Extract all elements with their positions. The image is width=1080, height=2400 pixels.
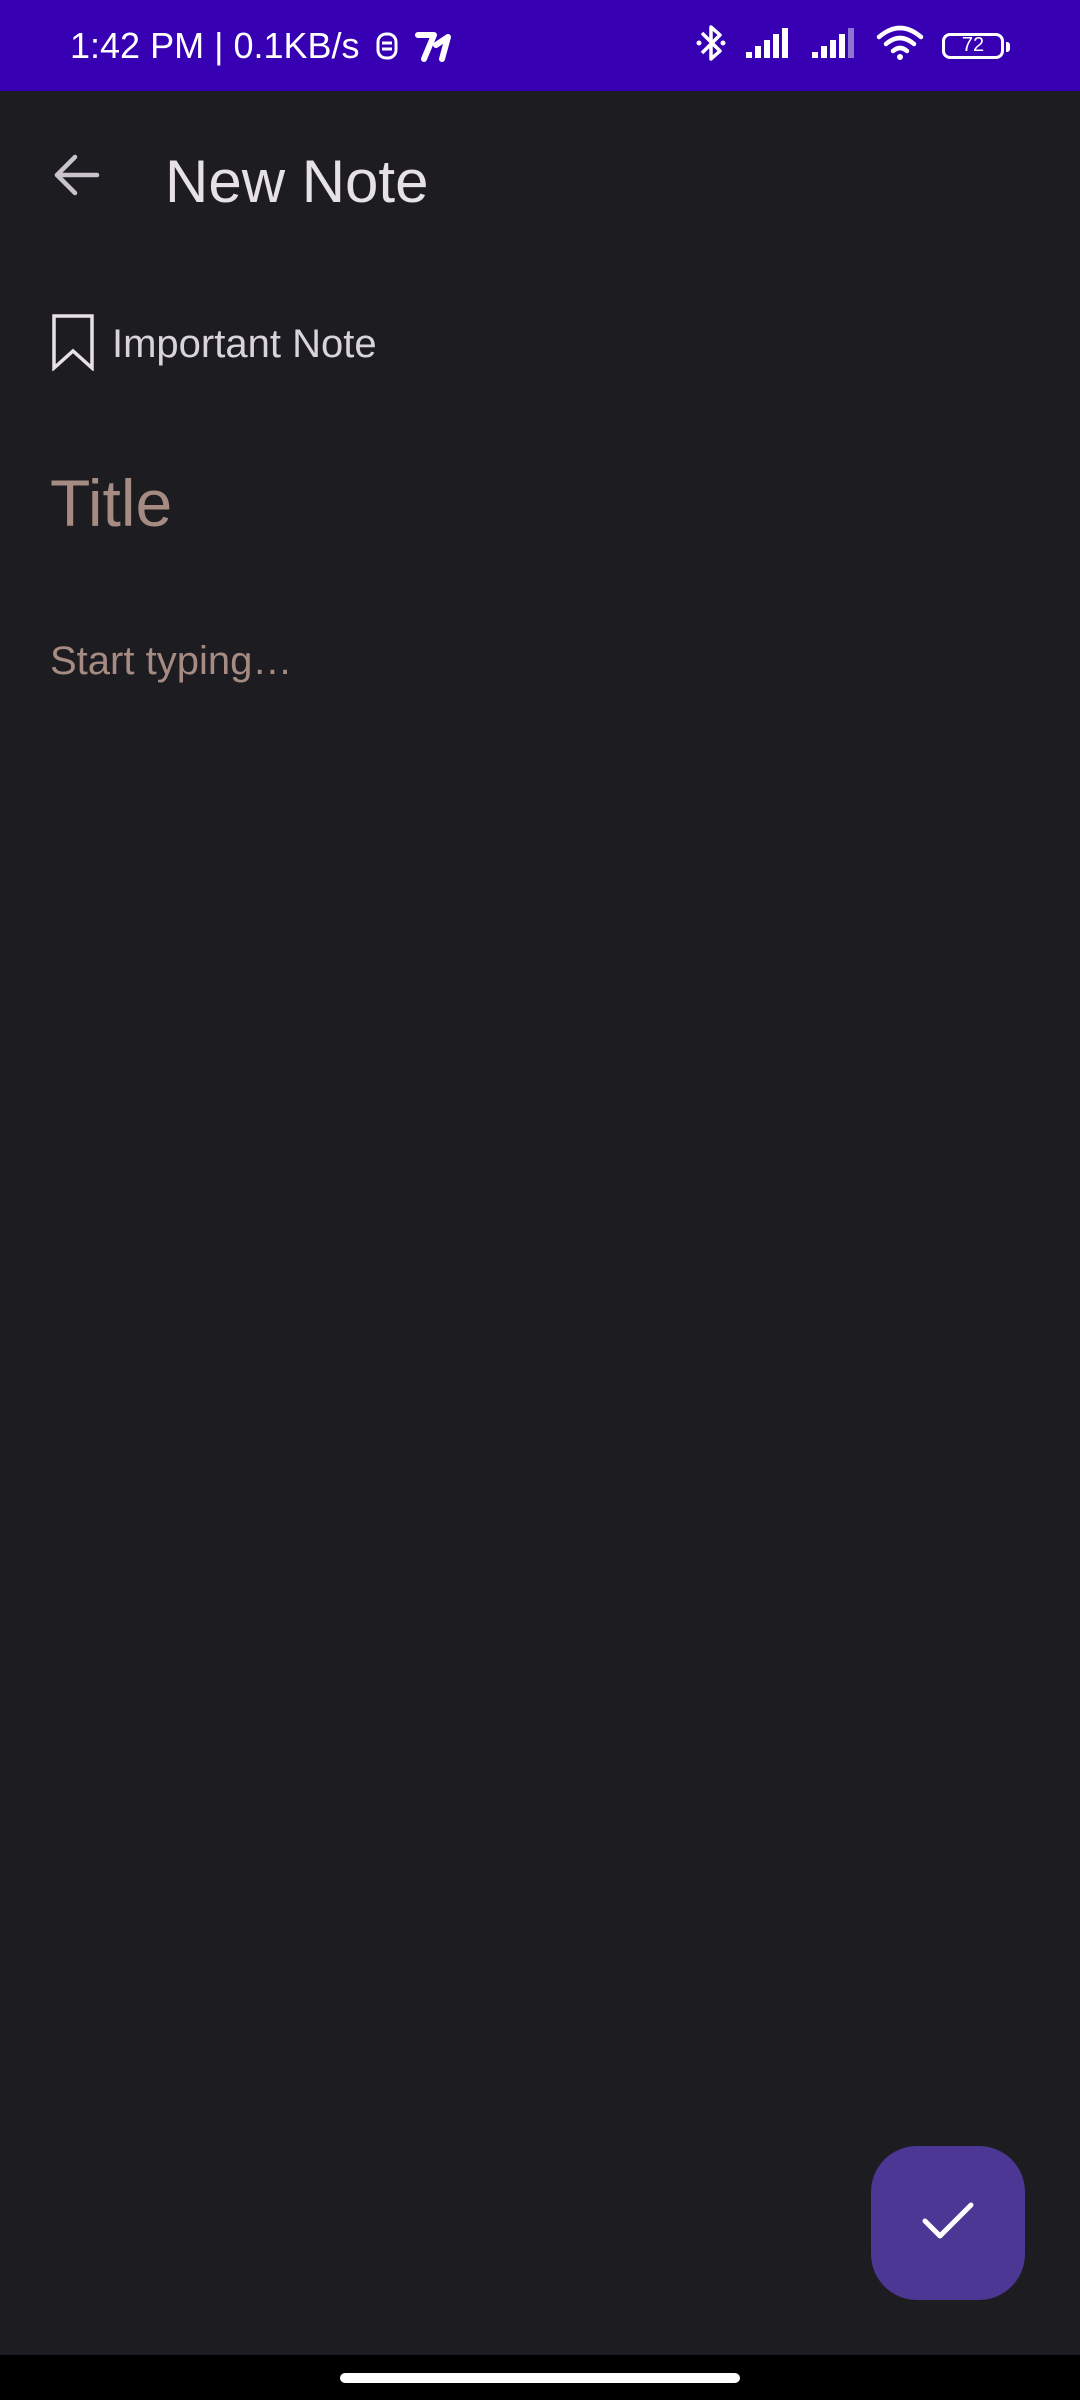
save-note-button[interactable] (871, 2146, 1025, 2300)
back-button[interactable] (36, 137, 116, 217)
battery-level: 72 (961, 34, 985, 56)
wifi-icon (876, 25, 924, 66)
status-right: 72 (696, 0, 1010, 91)
battery-icon: 72 (942, 32, 1010, 59)
bookmark-outline-icon (50, 313, 96, 376)
signal-icon (744, 26, 792, 65)
status-separator: | (214, 24, 224, 66)
status-time: 1:42 PM (70, 24, 205, 66)
notification-app-icon-2 (414, 29, 454, 63)
signal-icon-2 (810, 26, 858, 65)
notification-app-icon (374, 30, 400, 62)
important-note-label: Important Note (112, 321, 377, 366)
title-placeholder: Title (50, 466, 173, 540)
arrow-left-icon (51, 153, 101, 202)
app-bar: New Note (0, 91, 1080, 266)
important-note-toggle[interactable]: Important Note (50, 312, 377, 376)
body-placeholder: Start typing… (50, 638, 293, 683)
bluetooth-icon (696, 23, 726, 68)
note-body-input[interactable]: Start typing… (50, 628, 1030, 694)
home-gesture-handle[interactable] (340, 2373, 740, 2383)
title-input[interactable]: Title (50, 460, 1030, 546)
network-speed: 0.1KB/s (233, 24, 360, 66)
page-title: New Note (165, 148, 429, 215)
status-left: 1:42 PM | 0.1KB/s (70, 0, 454, 91)
navigation-bar (0, 2355, 1080, 2400)
check-icon (920, 2199, 976, 2248)
status-bar: 1:42 PM | 0.1KB/s 72 (0, 0, 1080, 91)
